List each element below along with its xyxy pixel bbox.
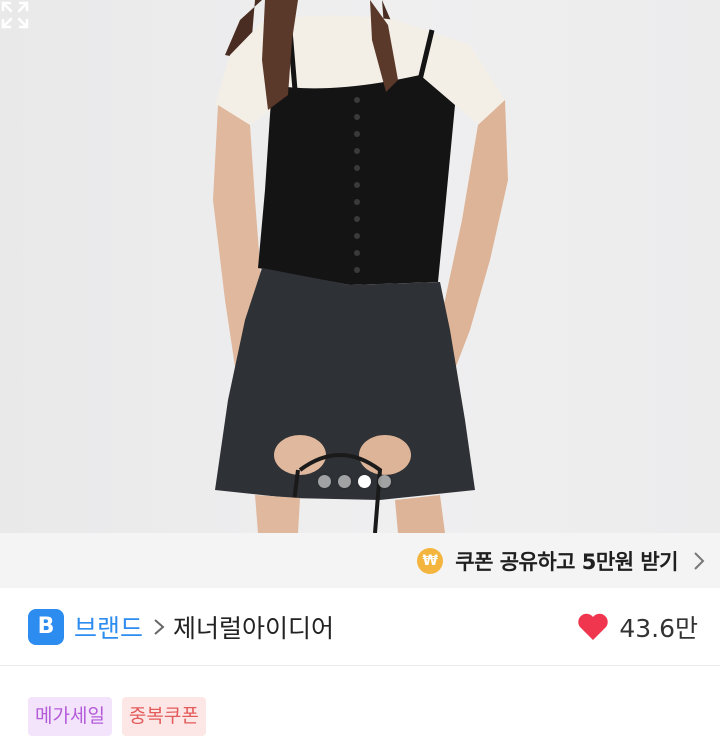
won-coin-icon: ₩ xyxy=(417,547,444,574)
tag-duplicate-coupon: 중복쿠폰 xyxy=(121,697,206,736)
brand-row: B 브랜드 제너럴아이디어 43.6만 xyxy=(0,588,720,666)
brand-badge-icon[interactable]: B xyxy=(28,608,64,645)
brand-name-link[interactable]: 제너럴아이디어 xyxy=(173,609,334,645)
chevron-right-icon xyxy=(694,551,705,570)
heart-icon xyxy=(578,613,609,640)
tag-mega-sale: 메가세일 xyxy=(28,697,112,736)
carousel-dot[interactable] xyxy=(318,475,331,488)
coupon-banner[interactable]: ₩ 쿠폰 공유하고 5만원 받기 xyxy=(0,533,720,588)
carousel-dot[interactable] xyxy=(378,475,391,488)
carousel-dot[interactable] xyxy=(338,475,351,488)
expand-icon[interactable] xyxy=(0,0,30,30)
promo-tags: 메가세일 중복쿠폰 xyxy=(28,697,206,736)
carousel-indicator xyxy=(318,475,391,488)
product-photo[interactable] xyxy=(0,0,720,533)
like-button[interactable]: 43.6만 xyxy=(577,609,698,645)
model-illustration xyxy=(213,0,508,533)
brand-label[interactable]: 브랜드 xyxy=(74,609,143,645)
chevron-right-icon xyxy=(154,618,165,635)
coupon-text: 쿠폰 공유하고 5만원 받기 xyxy=(455,549,678,574)
like-count: 43.6만 xyxy=(619,613,698,643)
carousel-dot-active[interactable] xyxy=(358,475,371,488)
